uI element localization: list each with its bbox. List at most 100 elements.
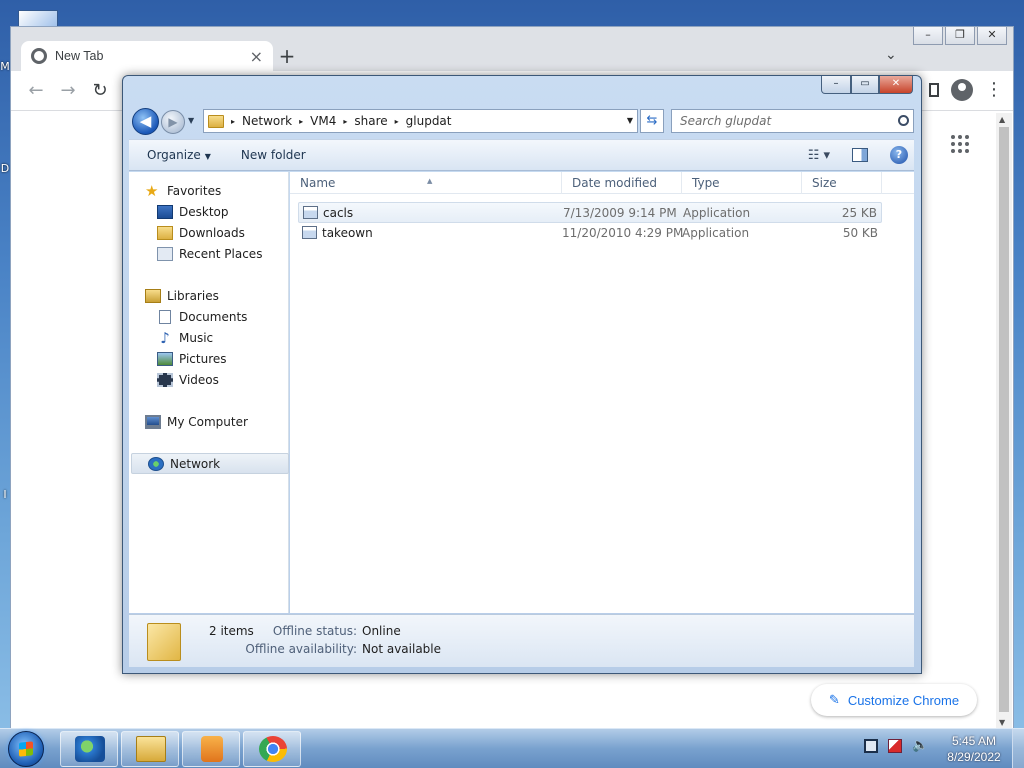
network-icon [148, 456, 164, 471]
breadcrumb-share[interactable]: share [354, 114, 387, 128]
close-button[interactable]: ✕ [879, 76, 913, 94]
sidebar-item-network[interactable]: Network [131, 453, 289, 474]
file-row-takeown[interactable]: takeown 11/20/2010 4:29 PM Application 5… [298, 223, 882, 244]
new-tab-button[interactable]: + [275, 45, 299, 69]
show-desktop-button[interactable] [1012, 729, 1024, 768]
tab-close-icon[interactable]: × [250, 47, 263, 66]
system-clock[interactable]: 5:45 AM 8/29/2022 [946, 733, 1002, 765]
forward-arrow-icon[interactable]: → [57, 80, 79, 102]
sidebar-item-label: Documents [179, 309, 248, 324]
sidebar-item-label: Videos [179, 372, 219, 387]
offline-status-label: Offline status: [272, 624, 357, 638]
volume-icon[interactable]: 🔈 [912, 739, 928, 753]
breadcrumb-separator[interactable]: ▸ [299, 117, 303, 126]
customize-chrome-button[interactable]: ✎ Customize Chrome [811, 684, 977, 716]
start-button[interactable] [8, 731, 44, 767]
item-count: 2 items [209, 624, 254, 638]
chrome-icon [259, 736, 287, 762]
breadcrumb-glupdat[interactable]: glupdat [406, 114, 452, 128]
folder-icon [136, 736, 166, 762]
minimize-button[interactable]: – [821, 76, 851, 94]
file-row-cacls[interactable]: cacls 7/13/2009 9:14 PM Application 25 K… [298, 202, 882, 223]
recent-pages-chevron-icon[interactable]: ▼ [188, 116, 194, 125]
sort-ascending-icon: ▲ [427, 177, 433, 185]
sidebar-item-my-computer[interactable]: My Computer [129, 411, 287, 432]
new-folder-button[interactable]: New folder [241, 148, 306, 162]
action-center-flag-icon[interactable] [888, 739, 902, 753]
maximize-button[interactable]: ▭ [851, 76, 879, 94]
file-list-pane: Name ▲ Date modified Type Size cacls 7/1… [290, 172, 914, 613]
forward-button[interactable]: ▶ [161, 110, 185, 134]
sidebar-item-documents[interactable]: Documents [129, 306, 287, 327]
sidebar-item-recent-places[interactable]: Recent Places [129, 243, 287, 264]
maximize-button[interactable]: ❐ [945, 27, 975, 45]
taskbar-network-button[interactable] [60, 731, 118, 767]
pencil-icon: ✎ [828, 692, 840, 707]
application-file-icon [303, 206, 318, 219]
tab-title: New Tab [55, 49, 104, 63]
sidebar-item-desktop[interactable]: Desktop [129, 201, 287, 222]
column-header-size[interactable]: Size [802, 172, 882, 194]
refresh-button[interactable]: ⇆ [640, 109, 664, 133]
sidebar-item-label: Network [170, 456, 221, 471]
google-apps-icon[interactable] [951, 135, 969, 153]
search-input[interactable]: Search glupdat [671, 109, 914, 133]
back-button[interactable]: ◀ [132, 108, 159, 135]
change-view-icon[interactable]: ☷ ▾ [808, 148, 830, 163]
column-header-date-modified[interactable]: Date modified [562, 172, 682, 194]
minimize-button[interactable]: – [913, 27, 943, 45]
sidebar-item-pictures[interactable]: Pictures [129, 348, 287, 369]
breadcrumb-separator[interactable]: ▸ [395, 117, 399, 126]
chrome-favicon-icon [31, 48, 47, 64]
preview-pane-icon[interactable] [852, 148, 868, 162]
file-date-modified: 11/20/2010 4:29 PM [562, 226, 684, 240]
reload-icon[interactable]: ↻ [89, 80, 111, 102]
column-header-name[interactable]: Name ▲ [290, 172, 562, 194]
help-icon[interactable]: ? [890, 146, 908, 164]
address-history-dropdown-icon[interactable]: ▼ [627, 116, 633, 125]
profile-avatar-icon[interactable] [951, 79, 973, 101]
sidebar-item-label: Music [179, 330, 214, 345]
file-name: takeown [322, 226, 373, 240]
scrollbar-thumb[interactable] [999, 127, 1009, 712]
back-arrow-icon[interactable]: ← [25, 80, 47, 102]
sidebar-item-label: Pictures [179, 351, 227, 366]
recent-places-icon [157, 246, 173, 261]
file-size: 50 KB [842, 226, 878, 240]
address-bar[interactable]: ▸ Network ▸ VM4 ▸ share ▸ glupdat ▼ [203, 109, 638, 133]
breadcrumb-vm4[interactable]: VM4 [310, 114, 336, 128]
offline-status-value: Online [362, 624, 401, 638]
sidebar-item-libraries[interactable]: Libraries [129, 285, 287, 306]
organize-button[interactable]: Organize ▼ [147, 148, 211, 162]
column-header-type[interactable]: Type [682, 172, 802, 194]
sidebar-item-label: Libraries [167, 288, 219, 303]
sidebar-item-label: Favorites [167, 183, 222, 198]
close-button[interactable]: ✕ [977, 27, 1007, 45]
videos-film-icon [157, 372, 173, 387]
scroll-up-icon[interactable]: ▲ [999, 115, 1005, 124]
network-icon [75, 736, 105, 762]
breadcrumb-separator[interactable]: ▸ [343, 117, 347, 126]
network-status-icon[interactable] [864, 739, 878, 753]
desktop-label-fragment: I [3, 488, 7, 501]
sidebar-item-music[interactable]: ♪ Music [129, 327, 287, 348]
sidebar-item-downloads[interactable]: Downloads [129, 222, 287, 243]
breadcrumb-network[interactable]: Network [242, 114, 292, 128]
scroll-down-icon[interactable]: ▼ [999, 718, 1005, 727]
tab-new-tab[interactable]: New Tab × [21, 41, 273, 71]
folder-icon [208, 114, 224, 128]
search-icon[interactable] [898, 115, 909, 126]
tab-search-icon[interactable]: ⌄ [885, 47, 897, 63]
taskbar-explorer-button[interactable] [121, 731, 179, 767]
sidebar-item-videos[interactable]: Videos [129, 369, 287, 390]
sidebar-item-label: Desktop [179, 204, 229, 219]
breadcrumb-separator[interactable]: ▸ [231, 117, 235, 126]
sidebar-item-favorites[interactable]: ★ Favorites [129, 180, 287, 201]
chrome-menu-icon[interactable]: ⋮ [985, 81, 1003, 99]
taskbar-chrome-button[interactable] [243, 731, 301, 767]
taskbar-media-player-button[interactable] [182, 731, 240, 767]
taskbar: 🔈 5:45 AM 8/29/2022 [0, 728, 1024, 768]
page-scrollbar[interactable]: ▲ ▼ [996, 113, 1012, 729]
side-panel-icon[interactable] [929, 83, 939, 97]
file-type: Application [682, 226, 750, 240]
